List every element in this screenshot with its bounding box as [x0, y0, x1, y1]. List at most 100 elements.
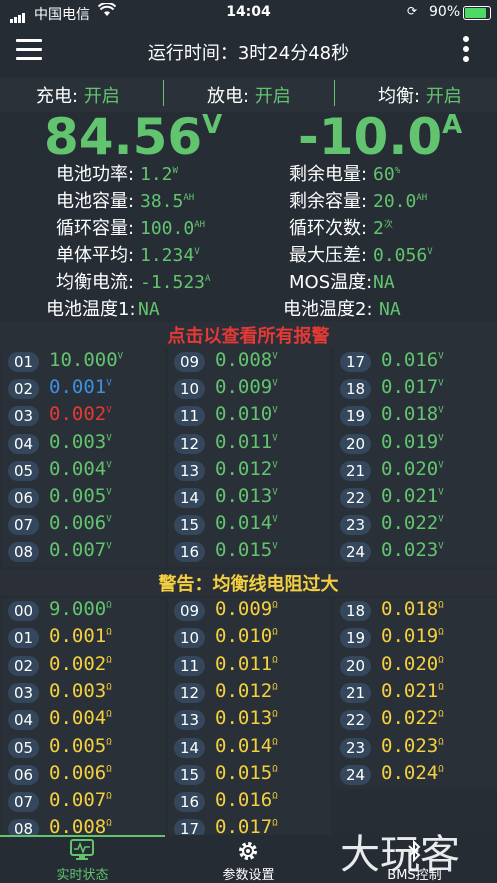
- cell-index-badge: 03: [8, 682, 39, 703]
- alarm-banner[interactable]: 点击以查看所有报警: [0, 322, 497, 348]
- cell-index-badge: 15: [174, 515, 205, 536]
- cell-unit: Ω: [272, 600, 278, 611]
- cell-index-badge: 17: [340, 352, 371, 372]
- cell-index-badge: 23: [340, 737, 371, 758]
- cell-index-badge: 22: [340, 488, 371, 508]
- cell-value-text: 0.022: [381, 707, 439, 730]
- cell-unit: Ω: [438, 737, 444, 748]
- cell-value: 0.017V: [381, 376, 444, 398]
- cell-item: 16 0.016Ω: [168, 789, 331, 815]
- cell-value-text: 9.000: [49, 598, 107, 620]
- cell-value: 0.002V: [49, 403, 112, 425]
- cell-value: 9.000Ω: [49, 598, 112, 620]
- stat-value: 38.5: [140, 191, 184, 212]
- cell-unit: Ω: [106, 764, 112, 775]
- charge-status[interactable]: 充电: 开启: [36, 82, 120, 108]
- cell-value: 0.005V: [49, 485, 112, 507]
- cell-value: 0.023V: [381, 539, 444, 561]
- battery-percent: 90%: [429, 4, 461, 20]
- stat-value: 2: [373, 218, 384, 239]
- cell-value-text: 0.002: [49, 403, 107, 426]
- discharge-status[interactable]: 放电: 开启: [207, 82, 291, 108]
- cell-value: 0.023Ω: [381, 735, 444, 757]
- cell-index-badge: 22: [340, 710, 371, 731]
- cell-item: 11 0.011Ω: [168, 653, 331, 679]
- stat-value: 20.0: [373, 191, 417, 212]
- stat-value: 0.056: [373, 245, 428, 266]
- cell-index-badge: 23: [340, 515, 371, 536]
- cell-value-text: 0.004: [49, 707, 107, 730]
- stat-value: 60: [373, 164, 395, 185]
- cell-index-badge: 06: [8, 488, 39, 508]
- status-time: 14:04: [226, 4, 271, 20]
- more-options-icon[interactable]: [463, 36, 471, 66]
- cell-value-text: 0.023: [381, 539, 439, 562]
- cell-value-text: 0.010: [215, 625, 273, 648]
- cell-item: 02 0.002Ω: [2, 653, 165, 679]
- cell-item: 13 0.013Ω: [168, 707, 331, 733]
- stat-unit: AH: [194, 220, 206, 230]
- stat-row: 最大压差: 0.056V: [289, 241, 433, 267]
- cell-value: 0.013Ω: [215, 707, 278, 729]
- cell-value-text: 0.017: [381, 376, 439, 399]
- cell-index-badge: 14: [174, 737, 205, 758]
- cell-item: 07 0.007Ω: [2, 789, 165, 815]
- cell-value-text: 0.012: [215, 457, 273, 480]
- cell-unit: V: [106, 433, 112, 444]
- cell-unit: V: [106, 487, 112, 498]
- cell-value: 0.008V: [215, 349, 278, 371]
- divider: [334, 80, 335, 106]
- cell-value-text: 0.021: [381, 679, 439, 702]
- cell-item: 01 0.001Ω: [2, 625, 165, 651]
- cell-unit: Ω: [106, 819, 112, 830]
- cell-value: 0.022Ω: [381, 707, 444, 729]
- cell-unit: Ω: [438, 600, 444, 611]
- cell-unit: V: [106, 378, 112, 389]
- stat-label: 电池功率:: [56, 164, 135, 185]
- cell-value-text: 0.003: [49, 679, 107, 702]
- cell-item: 04 0.003V: [2, 431, 165, 457]
- stat-value: NA: [379, 299, 401, 320]
- cell-item: 15 0.015Ω: [168, 762, 331, 788]
- cell-item: 11 0.010V: [168, 403, 331, 429]
- cell-value: 0.013V: [215, 485, 278, 507]
- tab-realtime-status[interactable]: 实时状态: [0, 835, 165, 883]
- cell-value-text: 0.011: [215, 430, 273, 453]
- cell-value: 0.020Ω: [381, 653, 444, 675]
- cell-index-badge: 04: [8, 710, 39, 731]
- cell-item: 06 0.005V: [2, 485, 165, 511]
- cell-index-badge: 24: [340, 764, 371, 785]
- cell-item: 20 0.019V: [334, 431, 497, 457]
- cell-item: 05 0.005Ω: [2, 735, 165, 761]
- app-header: 运行时间：3时24分48秒: [0, 26, 497, 76]
- cell-value-text: 0.019: [381, 430, 439, 453]
- stat-row: 单体平均: 1.234V: [56, 241, 200, 267]
- stat-unit: AH: [183, 193, 195, 203]
- cell-unit: Ω: [272, 709, 278, 720]
- cell-value: 0.012V: [215, 458, 278, 480]
- stat-label: 均衡电流:: [56, 272, 135, 293]
- cell-item: 03 0.003Ω: [2, 680, 165, 706]
- cell-value-text: 0.021: [381, 485, 439, 507]
- cell-index-badge: 05: [8, 737, 39, 758]
- cell-index-badge: 13: [174, 710, 205, 731]
- balance-status[interactable]: 均衡: 开启: [378, 82, 462, 108]
- cell-value-text: 0.009: [215, 598, 273, 620]
- stat-row: MOS温度:NA: [289, 268, 395, 294]
- cell-index-badge: 16: [174, 792, 205, 813]
- stat-label: 单体平均:: [56, 245, 135, 266]
- cell-index-badge: 10: [174, 379, 205, 400]
- cell-value: 10.000V: [49, 349, 123, 371]
- cell-value-text: 0.006: [49, 512, 107, 535]
- cell-unit: Ω: [438, 764, 444, 775]
- cell-index-badge: 15: [174, 764, 205, 785]
- run-time-title: 运行时间：3时24分48秒: [147, 43, 350, 64]
- cell-value-text: 0.016: [215, 789, 273, 812]
- cell-item: 09 0.009Ω: [168, 598, 331, 624]
- cell-unit: V: [272, 487, 278, 498]
- cell-value-text: 0.014: [215, 512, 273, 535]
- tab-parameter-settings[interactable]: 参数设置: [166, 835, 331, 883]
- battery-icon: [463, 6, 491, 20]
- cell-unit: Ω: [272, 682, 278, 693]
- cell-unit: Ω: [106, 655, 112, 666]
